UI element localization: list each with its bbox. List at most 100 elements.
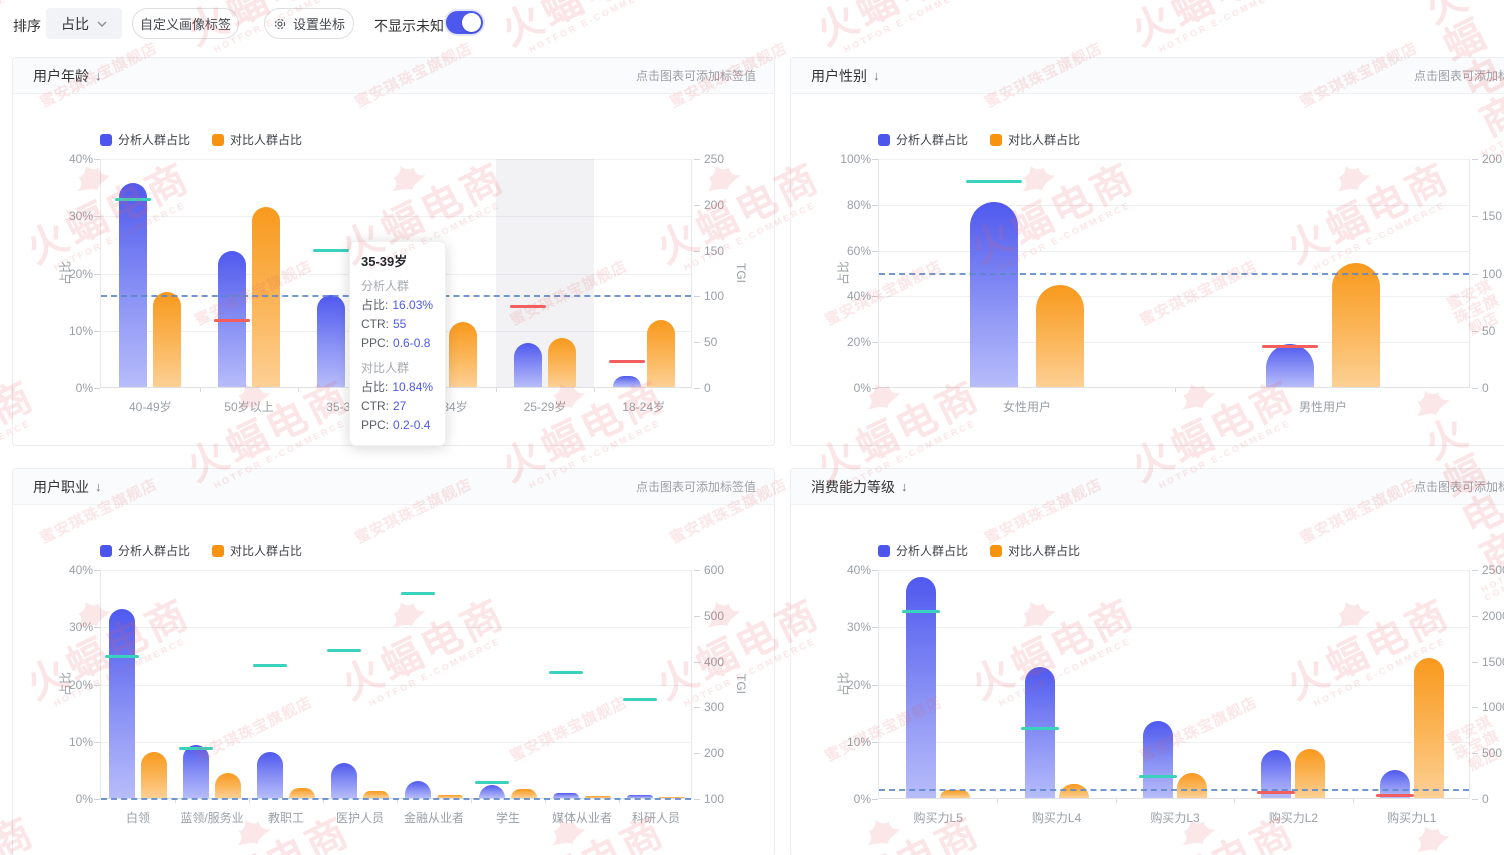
bar-analysis[interactable] [970,202,1018,387]
bar-analysis[interactable] [1266,344,1314,388]
bar-compare[interactable] [1177,773,1207,798]
bar-compare[interactable] [1036,285,1084,387]
x-axis-tick [997,799,998,803]
chart-plot[interactable]: 100%80%60%40%20%0%200150100500占比TGI女性用户男… [878,159,1470,388]
chart-plot[interactable]: 40%30%20%10%0%600500400300200100占比TGI白领蓝… [100,570,692,799]
tgi-100-reference-line [879,789,1469,791]
set-coordinates-button[interactable]: 设置坐标 [264,8,354,39]
bar-analysis[interactable] [479,785,505,798]
sort-desc-icon[interactable]: ↓ [873,68,880,83]
legend-item-analysis[interactable]: 分析人群占比 [100,542,190,559]
tooltip-row: PPC:0.6-0.8 [361,334,434,353]
bar-compare[interactable] [1414,658,1444,798]
bar-compare[interactable] [215,773,241,798]
tgi-axis-tick [694,205,700,206]
sort-select[interactable]: 占比 [46,8,122,39]
x-axis-category-label: 金融从业者 [397,809,471,826]
sort-desc-icon[interactable]: ↓ [95,479,102,494]
tgi-axis-tick-label: 50 [1482,324,1495,338]
legend-item-compare[interactable]: 对比人群占比 [212,131,302,148]
bar-compare[interactable] [449,322,477,387]
bar-analysis[interactable] [119,183,147,387]
legend-marker [990,134,1002,146]
bar-compare[interactable] [141,752,167,798]
bar-compare[interactable] [153,292,181,387]
panel-user-gender: 用户性别↓点击图表可添加标签值分析人群占比对比人群占比100%80%60%40%… [790,57,1504,446]
bar-compare[interactable] [511,789,537,798]
tgi-axis-tick-label: 200 [704,198,724,212]
legend-marker [878,545,890,557]
tgi-axis-tick [1472,753,1478,754]
tgi-axis-tick [694,616,700,617]
bar-analysis[interactable] [109,609,135,798]
y-axis-tick [94,799,100,800]
x-axis-category-label: 购买力L4 [997,809,1115,826]
y-axis-tick-label: 80% [815,198,871,212]
y-axis-name: 占比 [57,672,74,696]
customize-portrait-tags-button[interactable]: 自定义画像标签 [132,8,239,39]
tgi-mark [510,305,546,308]
x-axis-tick [1234,799,1235,803]
panel-title-text: 用户年龄 [33,66,89,86]
bar-compare[interactable] [289,788,315,798]
legend-item-compare[interactable]: 对比人群占比 [990,542,1080,559]
x-axis-category-label: 蓝领/服务业 [175,809,249,826]
gridline [101,742,691,743]
bar-compare[interactable] [548,338,576,387]
panel-header: 用户职业↓点击图表可添加标签值 [13,469,774,505]
legend-item-analysis[interactable]: 分析人群占比 [100,131,190,148]
tooltip-row: CTR:55 [361,315,434,334]
panel-user-age: 用户年龄↓点击图表可添加标签值分析人群占比对比人群占比40%30%20%10%0… [12,57,775,446]
legend: 分析人群占比 对比人群占比 [100,542,302,559]
tooltip-metric-label: 占比: [361,296,388,315]
y-axis-tick [94,274,100,275]
legend-item-analysis[interactable]: 分析人群占比 [878,131,968,148]
tgi-axis-tick-label: 100 [704,792,724,806]
legend-item-analysis[interactable]: 分析人群占比 [878,542,968,559]
panel-hint: 点击图表可添加标签值 [1414,478,1504,495]
tooltip-row: 占比:10.84% [361,378,434,397]
bar-analysis[interactable] [613,376,641,387]
bar-analysis[interactable] [1025,667,1055,798]
bar-analysis[interactable] [514,343,542,387]
chart-plot[interactable]: 40%30%20%10%0%25002000150010005000占比TGI购… [878,570,1470,799]
tgi-axis-tick-label: 0 [704,381,711,395]
tgi-axis-tick [694,753,700,754]
bar-compare[interactable] [363,791,389,798]
legend-item-compare[interactable]: 对比人群占比 [212,542,302,559]
bar-analysis[interactable] [317,295,345,387]
bar-analysis[interactable] [405,781,431,798]
sort-desc-icon[interactable]: ↓ [901,479,908,494]
x-axis-category-label: 40-49岁 [101,398,200,415]
tgi-axis-name: TGI [734,674,748,694]
y-axis-tick-label: 40% [815,563,871,577]
y-axis-tick [94,331,100,332]
chart-tooltip: 35-39岁分析人群占比:16.03%CTR:55PPC:0.6-0.8对比人群… [349,241,446,446]
x-axis-category-label: 医护人员 [323,809,397,826]
bar-analysis[interactable] [183,745,209,798]
tgi-mark [214,319,250,322]
panel-title-text: 用户性别 [811,66,867,86]
bar-analysis[interactable] [257,752,283,798]
legend: 分析人群占比 对比人群占比 [878,131,1080,148]
panel-title-text: 消费能力等级 [811,477,895,497]
bar-compare[interactable] [1332,263,1380,387]
tooltip-row: PPC:0.2-0.4 [361,416,434,435]
y-axis-tick-label: 0% [815,381,871,395]
legend-item-compare[interactable]: 对比人群占比 [990,131,1080,148]
bar-compare[interactable] [647,320,675,387]
bar-compare[interactable] [1059,784,1089,798]
tgi-axis-tick [694,159,700,160]
x-axis-category-label: 学生 [471,809,545,826]
legend-label: 分析人群占比 [896,542,968,559]
bar-analysis[interactable] [1143,721,1173,798]
tgi-axis-tick [694,342,700,343]
bar-compare[interactable] [940,790,970,798]
tgi-axis-tick-label: 250 [704,152,724,166]
tgi-axis-tick [694,799,700,800]
tgi-mark [179,747,213,750]
hide-unknown-toggle[interactable] [446,11,483,34]
legend-label: 对比人群占比 [230,542,302,559]
bar-analysis[interactable] [331,763,357,798]
sort-desc-icon[interactable]: ↓ [95,68,102,83]
